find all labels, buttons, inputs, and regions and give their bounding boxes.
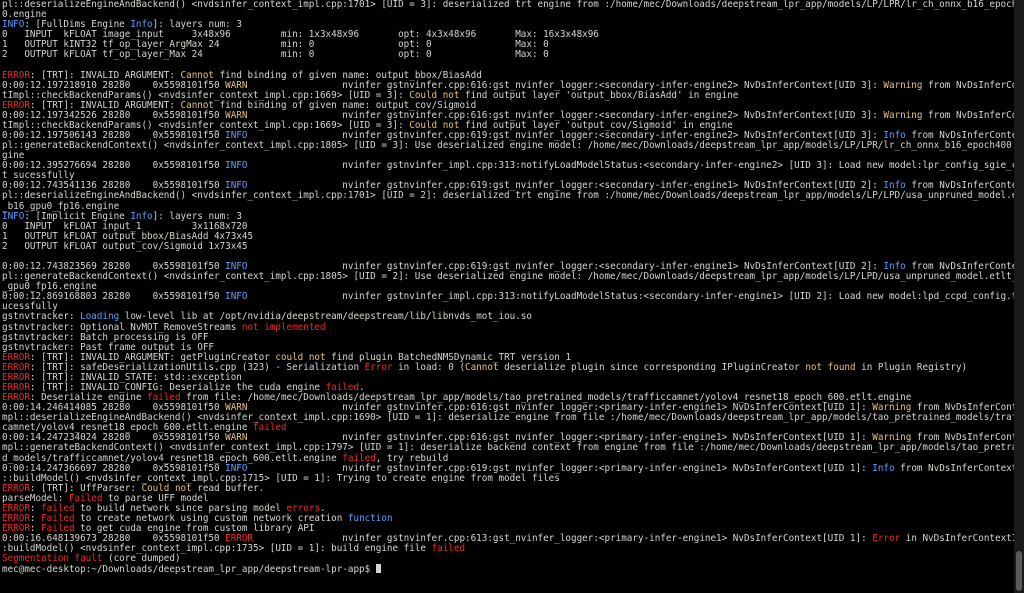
terminal-text: pl::generateBackendContext() <nvdsinfer_… <box>2 271 1014 283</box>
terminal-line: mec@mec-desktop:~/Downloads/deepstream_l… <box>2 564 1014 576</box>
terminal-line: pl::deserializeEngineAndBackend() <nvdsi… <box>2 191 1014 201</box>
terminal-text: Segmentation fault <box>2 553 103 565</box>
terminal-text: 2 OUTPUT kFLOAT tf_op_layer_Max 24 min: … <box>2 49 549 61</box>
terminal-text: (core dumped) <box>102 553 181 565</box>
terminal-line: 0:00:12.395276694 28280 0x5598101f50 INF… <box>2 161 1014 171</box>
terminal-text: Cannot <box>465 361 499 373</box>
terminal-text: not implemented <box>241 321 326 333</box>
terminal-line: 0:00:12.869168803 28280 0x5598101f50 INF… <box>2 292 1014 302</box>
terminal-text: 2 OUTPUT kFLOAT output_cov/Sigmoid 1x73x… <box>2 240 248 252</box>
terminal-text: in Plugin Registry) <box>855 361 968 373</box>
terminal-text: nvinfer gstnvinfer_impl.cpp:313:notifyLo… <box>247 160 1014 172</box>
terminal-text: Error <box>872 533 901 545</box>
scrollbar-thumb[interactable] <box>1016 551 1022 591</box>
terminal-text: Warning <box>883 109 923 121</box>
terminal-line: pl::generateBackendContext() <nvdsinfer_… <box>2 141 1014 151</box>
terminal-cursor <box>375 564 382 574</box>
terminal-text: failed <box>431 543 466 555</box>
terminal-line: pl::generateBackendContext() <nvdsinfer_… <box>2 272 1014 282</box>
terminal-line: 2 OUTPUT kFLOAT tf_op_layer_Max 24 min: … <box>2 50 1014 60</box>
terminal-text: pl::deserializeEngineAndBackend() <nvdsi… <box>2 190 1014 202</box>
terminal-line: Segmentation fault (core dumped) <box>2 554 1014 564</box>
terminal-text: Warning <box>883 79 923 91</box>
terminal-output[interactable]: pl::deserializeEngineAndBackend() <nvdsi… <box>0 0 1014 593</box>
terminal-text: from NvDsInferContex <box>928 109 1014 121</box>
terminal-text: INFO <box>225 160 248 172</box>
terminal-text: not found <box>805 361 856 373</box>
terminal-text: from NvDsInferContextImpl <box>900 462 1014 474</box>
terminal-line: 2 OUTPUT kFLOAT output_cov/Sigmoid 1x73x… <box>2 240 1014 252</box>
terminal-text: Error <box>364 361 393 373</box>
terminal-text: pl::deserializeEngineAndBackend() <nvdsi… <box>2 0 1014 10</box>
terminal-text: INFO <box>225 291 248 303</box>
terminal-text: in load: 0 ( <box>392 361 466 373</box>
terminal-text: pl::generateBackendContext() <nvdsinfer_… <box>2 140 1014 152</box>
terminal-text: find output layer 'output_bbox/BiasAdd' … <box>459 89 739 101</box>
terminal-line: pl::deserializeEngineAndBackend() <nvdsi… <box>2 0 1014 10</box>
terminal-text: nvinfer gstnvinfer_impl.cpp:313:notifyLo… <box>247 291 1014 303</box>
terminal-text: in NvDsInferContextImpl <box>905 533 1014 545</box>
terminal-text: function <box>347 512 393 524</box>
terminal-text: deserialize plugin since corresponding I… <box>498 361 806 373</box>
terminal-text: Info <box>872 462 895 474</box>
terminal-text: from NvDsInferContex <box>928 79 1014 91</box>
terminal-text: mec@mec-desktop:~/Downloads/deepstream_l… <box>2 564 376 576</box>
terminal-scrollbar[interactable] <box>1014 0 1024 593</box>
